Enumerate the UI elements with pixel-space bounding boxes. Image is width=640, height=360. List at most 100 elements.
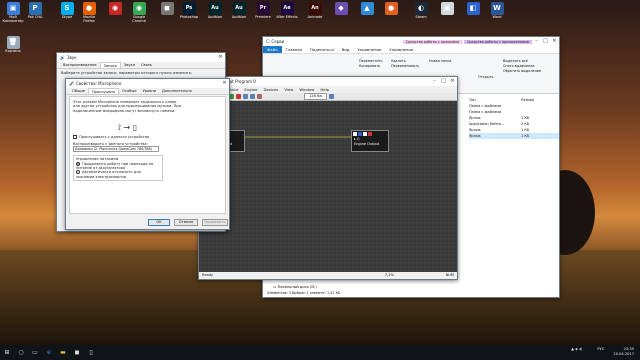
tab-playback[interactable]: Воспроизведение xyxy=(60,62,100,68)
mic-description: Этот разъем Microphone позволяет подключ… xyxy=(73,100,181,113)
tab-levels[interactable]: Уровни xyxy=(140,88,159,94)
menu-view[interactable]: View xyxy=(281,86,296,93)
desktop-icon[interactable]: ● xyxy=(380,2,402,26)
open-button[interactable]: Открыть xyxy=(478,75,494,79)
desktop-icon[interactable]: Ps Photoshop xyxy=(178,2,200,26)
rename-button[interactable]: Переименовать xyxy=(391,64,419,69)
tab-manage-1[interactable]: Управление xyxy=(353,46,385,53)
desktop-icon[interactable]: ◧ xyxy=(462,2,484,26)
desktop-icon[interactable]: ● Mozilla Firefox xyxy=(78,2,100,26)
mic-icon: 🎤 xyxy=(69,81,74,86)
desktop-icon[interactable]: Au Audition xyxy=(204,2,226,26)
new-folder-button[interactable]: Новая папка xyxy=(429,59,451,63)
apply-button[interactable]: Применить xyxy=(202,219,228,226)
tab-manage-2[interactable]: Управление xyxy=(385,46,417,53)
menu-window[interactable]: Window xyxy=(296,86,317,93)
desktop-icon[interactable]: ◉ Google Chrome xyxy=(128,2,150,26)
desktop-icon[interactable]: ◉ xyxy=(104,2,126,26)
desktop-icon[interactable]: S Skype xyxy=(56,2,78,26)
desktop-icon[interactable]: W Word xyxy=(486,2,508,26)
menu-devices[interactable]: Devices xyxy=(260,86,281,93)
desktop-icon[interactable]: ▣ xyxy=(436,2,458,26)
playback-device-select[interactable]: Динамики (2- Plantronics GameCom 780/788… xyxy=(73,146,159,153)
tab-recording[interactable]: Запись xyxy=(99,62,121,68)
nav-drive[interactable]: ▭ Локальный диск (D:) xyxy=(273,285,317,289)
minimize-icon[interactable]: – xyxy=(430,77,439,86)
sound-titlebar[interactable]: 🔊 Звук ✕ xyxy=(57,53,225,62)
desktop-icon-label: Premiere xyxy=(255,15,271,19)
desktop-icon-label: Word xyxy=(492,15,502,19)
search-icon[interactable]: ○ xyxy=(14,345,28,360)
store-icon[interactable]: ◼ xyxy=(70,345,84,360)
ribbon-tabs: Файл Главная Поделиться Вид Управление У… xyxy=(263,46,559,54)
listen-checkbox[interactable]: Прослушивать с данного устройства xyxy=(73,134,222,139)
clock-date[interactable]: 20.04.2017 xyxy=(613,352,634,357)
ok-button[interactable]: OK xyxy=(148,219,170,226)
tab-sounds[interactable]: Звуки xyxy=(121,62,138,68)
power-option-disable[interactable]: Автоматически отключить для экономии эле… xyxy=(76,170,160,179)
desktop-icon[interactable]: ◐ Steam xyxy=(410,2,432,26)
tab-general[interactable]: Общие xyxy=(69,88,88,94)
desktop-icon[interactable]: ◆ xyxy=(330,2,352,26)
tab-advanced[interactable]: Дополнительно xyxy=(159,88,195,94)
menu-help[interactable]: Help xyxy=(317,86,332,93)
close-icon[interactable]: ✕ xyxy=(448,77,457,86)
desktop-icon[interactable]: ▣ Мой Компьютер xyxy=(2,2,24,26)
sound-tabs: Воспроизведение Запись Звуки Связь xyxy=(57,62,225,69)
context-tab-apps[interactable]: Средства работы с приложениями xyxy=(463,39,532,44)
tray-icons[interactable]: ▲ ◈ ◂) xyxy=(571,347,582,351)
maximize-icon[interactable]: □ xyxy=(439,77,448,86)
cancel-button[interactable]: Отмена xyxy=(174,219,198,226)
desktop-icon[interactable]: An Animate xyxy=(304,2,326,26)
edge-icon[interactable]: e xyxy=(42,345,56,360)
lang-indicator[interactable]: РУС xyxy=(597,347,604,351)
stop-icon[interactable] xyxy=(236,94,241,99)
minimize-icon[interactable]: – xyxy=(532,37,541,46)
mic-titlebar[interactable]: 🎤 Свойства: Microphone ✕ xyxy=(66,79,229,88)
mic-properties-dialog[interactable]: 🎤 Свойства: Microphone ✕ Общие Прослушат… xyxy=(65,78,230,230)
tab-custom[interactable]: Особые xyxy=(119,88,139,94)
close-icon[interactable]: ✕ xyxy=(216,53,225,62)
tab-share[interactable]: Поделиться xyxy=(306,46,338,53)
device-icon[interactable] xyxy=(250,94,255,99)
tab-view[interactable]: Вид xyxy=(338,46,354,53)
context-tab-shortcuts[interactable]: Средства работы с ярлыками xyxy=(402,39,462,44)
menu-engine[interactable]: Engine xyxy=(241,86,260,93)
tab-communications[interactable]: Связь xyxy=(138,62,155,68)
file-row[interactable]: Ярлык 1 КБ xyxy=(469,133,559,139)
folder-icon[interactable]: ▬ xyxy=(56,345,70,360)
power-option-continue[interactable]: Продолжить работу при переходе на питани… xyxy=(76,161,160,171)
desktop-icon[interactable]: ▲ xyxy=(356,2,378,26)
task-view-icon[interactable]: ▭ xyxy=(28,345,42,360)
desktop-icon[interactable]: Pr Premiere xyxy=(252,2,274,26)
listen-checkbox-box[interactable] xyxy=(73,134,77,139)
close-icon[interactable]: ✕ xyxy=(220,79,229,88)
desktop-icon[interactable]: Ae After Effects xyxy=(276,2,298,26)
maximize-icon[interactable]: □ xyxy=(541,37,550,46)
invert-selection-button[interactable]: Обратить выделение xyxy=(503,69,541,74)
patch-canvas[interactable]: ▸ ⟨⟩ Engine Input ▸ ⟨⟩ Engine Output xyxy=(199,101,457,272)
system-tray: ▲ ◈ ◂) РУС 23:35 20.04.2017 xyxy=(571,345,634,360)
copy-button[interactable]: Копировать xyxy=(359,64,383,69)
desktop-icon[interactable]: ◼ xyxy=(156,2,178,26)
tab-file[interactable]: Файл xyxy=(263,46,282,53)
settings-icon[interactable] xyxy=(329,94,335,99)
engine-window[interactable]: 1 - Engine Input Program 0 – □ ✕ File Pe… xyxy=(198,76,458,280)
recycle-bin-icon[interactable]: 🗑 Корзина xyxy=(2,36,24,60)
close-icon[interactable]: ✕ xyxy=(550,37,559,46)
app-icon[interactable]: ▯ xyxy=(84,345,98,360)
engine-titlebar[interactable]: 1 - Engine Input Program 0 – □ ✕ xyxy=(199,77,457,86)
plugin-icon[interactable] xyxy=(243,94,248,99)
tab-home[interactable]: Главная xyxy=(282,46,306,53)
app-icon: Au xyxy=(232,2,246,15)
start-button[interactable]: ⊞ xyxy=(0,345,14,360)
engine-output-node[interactable]: ▸ ⟨⟩ Engine Output xyxy=(351,130,389,152)
desktop-icon-label: Audition xyxy=(231,15,247,19)
desktop-icon[interactable]: Au Audition xyxy=(228,2,250,26)
engine-output-label: Engine Output xyxy=(354,141,380,146)
buffer-select[interactable]: 128 fps xyxy=(304,93,328,100)
midi-icon[interactable] xyxy=(257,94,262,99)
tab-listen[interactable]: Прослушать xyxy=(87,88,120,94)
desktop-icon[interactable]: P Pak CHA xyxy=(24,2,46,26)
explorer-titlebar[interactable]: С: Серви Средства работы с ярлыками Сред… xyxy=(263,37,559,46)
